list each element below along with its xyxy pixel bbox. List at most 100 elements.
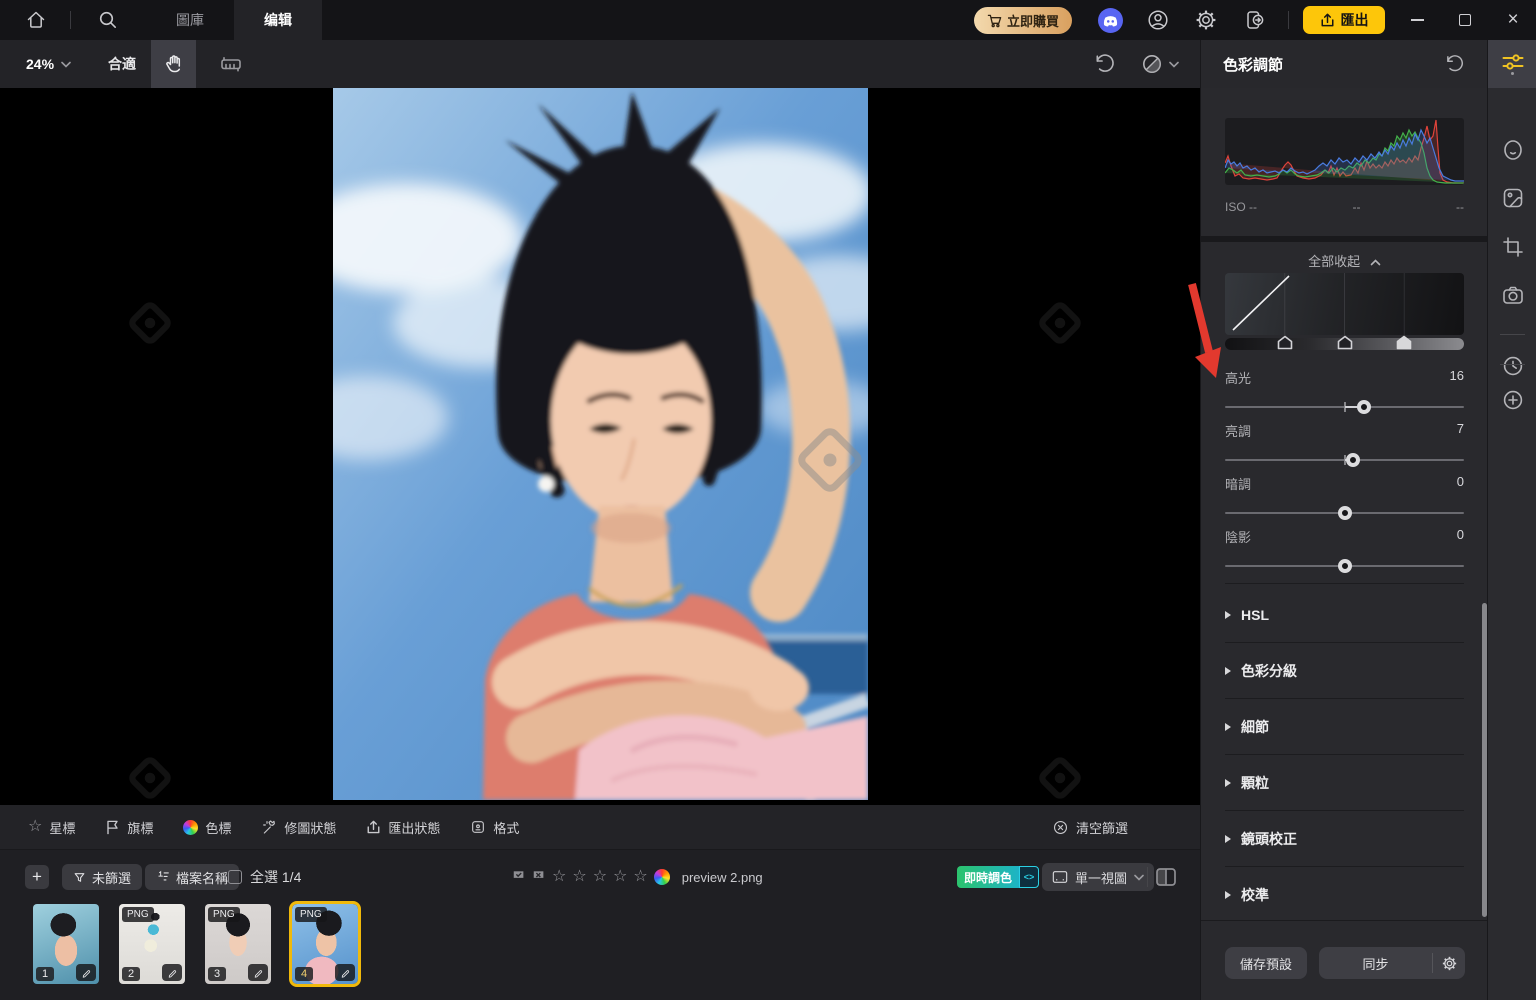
buy-now-button[interactable]: 立即購買 (974, 7, 1072, 34)
color-label-icon[interactable] (654, 869, 670, 885)
edit-pencil-icon[interactable] (76, 964, 96, 981)
thumbnail-3[interactable]: PNG 3 (205, 904, 271, 984)
hand-tool-button[interactable] (151, 40, 196, 88)
range-handle[interactable] (1337, 335, 1353, 350)
slider-handle[interactable] (1338, 559, 1352, 573)
camera-icon (1501, 283, 1525, 307)
unfiltered-dropdown[interactable]: 未篩選 (62, 864, 142, 890)
filters-tool-button[interactable] (1488, 174, 1536, 222)
slider-track[interactable] (1225, 557, 1464, 575)
edit-pencil-icon[interactable] (248, 964, 268, 981)
star-rating-icon[interactable]: ☆ (552, 869, 566, 885)
section-color-grading[interactable]: 色彩分級 (1225, 643, 1464, 698)
tab-library[interactable]: 圖庫 (140, 0, 240, 40)
close-button[interactable]: × (1490, 0, 1536, 40)
thumbnail-1[interactable]: 1 (33, 904, 99, 984)
range-handle[interactable] (1396, 335, 1412, 350)
thumbnail-4-selected[interactable]: PNG 4 (292, 904, 358, 984)
format-icon (470, 819, 486, 835)
fit-to-screen-button[interactable]: 合適 (108, 40, 136, 88)
undo-icon[interactable] (1092, 52, 1116, 76)
star-icon: ☆ (28, 819, 42, 835)
tab-edit[interactable]: 编辑 (234, 0, 322, 40)
slider-handle[interactable] (1346, 453, 1360, 467)
slider-label: 陰影 (1225, 527, 1251, 546)
user-account-icon[interactable] (1146, 8, 1170, 32)
crop-tool-button[interactable] (1488, 223, 1536, 271)
slider-track[interactable] (1225, 504, 1464, 522)
export-button[interactable]: 匯出 (1303, 6, 1385, 34)
live-color-badge[interactable]: 即時調色 <> (957, 866, 1039, 888)
edit-toolbar: 24% 合適 (0, 40, 1200, 88)
discord-icon[interactable] (1098, 8, 1123, 33)
section-lens-correction[interactable]: 鏡頭校正 (1225, 811, 1464, 866)
filter-export-status[interactable]: 匯出狀態 (366, 818, 440, 837)
slider-value: 0 (1457, 474, 1464, 493)
slider-track[interactable] (1225, 398, 1464, 416)
section-calibration[interactable]: 校準 (1225, 867, 1464, 922)
split-view-button[interactable] (1154, 865, 1178, 889)
settings-gear-icon[interactable] (1194, 8, 1218, 32)
slider-label: 高光 (1225, 368, 1251, 387)
checkbox-icon[interactable] (228, 870, 242, 884)
collapse-all-button[interactable]: 全部收起 (1201, 251, 1488, 270)
clear-filters-button[interactable]: 清空篩選 (1052, 818, 1128, 837)
add-tool-button[interactable] (1488, 376, 1536, 424)
panel-reset-icon[interactable] (1443, 53, 1465, 75)
filter-color-label[interactable]: 色標 (183, 818, 231, 837)
gear-icon (1441, 955, 1458, 972)
minimize-button[interactable] (1394, 0, 1440, 40)
filter-format[interactable]: 格式 (470, 818, 519, 837)
filter-flag[interactable]: 旗標 (105, 818, 153, 837)
home-icon[interactable] (24, 8, 48, 32)
chevron-up-icon (1370, 259, 1381, 266)
flag-pick-icon[interactable] (512, 870, 526, 884)
slider-handle[interactable] (1338, 506, 1352, 520)
compare-view-dropdown[interactable] (1140, 52, 1179, 76)
star-rating-icon[interactable]: ☆ (613, 869, 627, 885)
tool-strip (1487, 40, 1536, 1000)
canvas-area (0, 88, 1200, 805)
slider-highlights: 高光16 (1225, 368, 1464, 416)
section-grain[interactable]: 顆粒 (1225, 755, 1464, 810)
sync-settings-button[interactable] (1433, 955, 1465, 972)
panel-divider (1225, 583, 1464, 584)
open-in-app-icon[interactable] (1243, 8, 1267, 32)
star-rating-icon[interactable]: ☆ (593, 869, 607, 885)
star-rating-icon[interactable]: ☆ (633, 869, 647, 885)
chevron-right-icon (1225, 779, 1231, 787)
active-dot (1511, 72, 1514, 75)
section-hsl[interactable]: HSL (1225, 587, 1464, 642)
slider-track[interactable] (1225, 451, 1464, 469)
meta-dash: -- (1456, 200, 1464, 214)
format-badge: PNG (295, 907, 327, 922)
adjustments-tool-button[interactable] (1488, 40, 1536, 88)
chevron-right-icon (1225, 611, 1231, 619)
ruler-tool-button[interactable] (208, 40, 253, 88)
add-photos-button[interactable]: + (25, 865, 49, 889)
filter-edit-status[interactable]: 修圖狀態 (261, 818, 336, 837)
panel-title: 色彩調節 (1223, 54, 1283, 75)
thumbnail-2[interactable]: PNG 2 (119, 904, 185, 984)
view-mode-dropdown[interactable]: 單一視圖 (1042, 863, 1154, 891)
range-handle[interactable] (1277, 335, 1293, 350)
tone-curve[interactable] (1225, 273, 1464, 335)
star-rating-icon[interactable]: ☆ (572, 869, 586, 885)
flag-reject-icon[interactable] (532, 870, 546, 884)
sync-button[interactable]: 同步 (1319, 954, 1432, 973)
zoom-level-dropdown[interactable]: 24% (26, 40, 71, 88)
portrait-retouch-tool-button[interactable] (1488, 126, 1536, 174)
edit-pencil-icon[interactable] (162, 964, 182, 981)
sort-by-filename-dropdown[interactable]: 檔案名稱 (145, 864, 239, 890)
edit-pencil-icon[interactable] (335, 964, 355, 981)
maximize-button[interactable] (1442, 0, 1488, 40)
search-icon[interactable] (96, 8, 120, 32)
camera-raw-tool-button[interactable] (1488, 271, 1536, 319)
save-preset-button[interactable]: 儲存預設 (1225, 947, 1307, 979)
section-detail[interactable]: 細節 (1225, 699, 1464, 754)
current-file-meta: ☆ ☆ ☆ ☆ ☆ preview 2.png (512, 864, 763, 890)
filter-star[interactable]: ☆ 星標 (28, 818, 75, 837)
code-icon: <> (1019, 866, 1039, 888)
slider-handle[interactable] (1357, 400, 1371, 414)
select-all-checkbox[interactable]: 全選 1/4 (228, 864, 301, 890)
